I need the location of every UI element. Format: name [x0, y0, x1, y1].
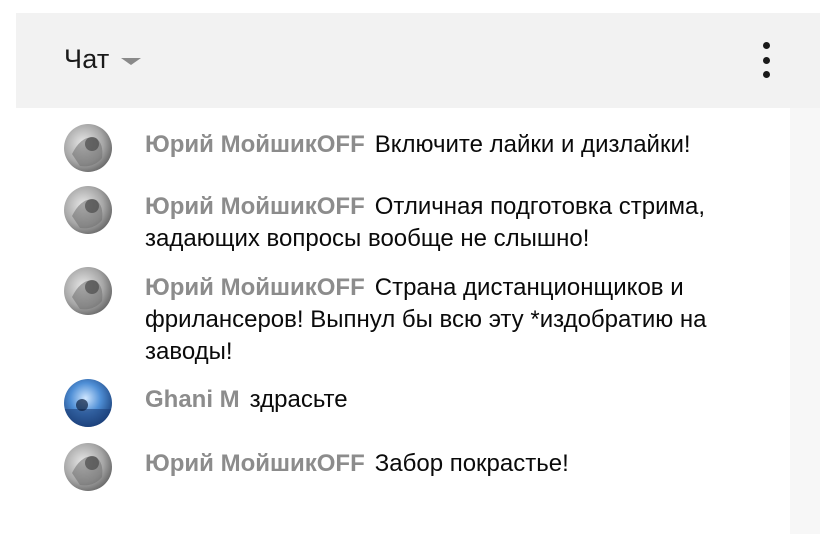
more-vert-icon — [762, 42, 770, 49]
chat-message: Юрий МойшикOFF Отличная подготовка стрима… — [64, 186, 764, 252]
chat-message: Юрий МойшикOFF Страна дистанционщиков и ф… — [64, 267, 764, 365]
message-list[interactable]: Юрий МойшикOFF Включите лайки и дизлайки! — [16, 108, 790, 534]
avatar[interactable] — [64, 124, 112, 172]
message-text: Включите лайки и дизлайки! — [374, 131, 691, 158]
author-name[interactable]: Юрий МойшикOFF — [145, 274, 365, 301]
author-name[interactable]: Юрий МойшикOFF — [145, 450, 365, 477]
avatar[interactable] — [64, 267, 112, 315]
more-options-button[interactable] — [756, 42, 776, 78]
avatar[interactable] — [64, 443, 112, 491]
message-content: Юрий МойшикOFF Страна дистанционщиков и ф… — [145, 272, 765, 368]
avatar[interactable] — [64, 186, 112, 234]
message-text: Забор покрастье! — [374, 450, 569, 477]
chat-panel: Чат Юрий МойшикOFF Включите лайки и дизл… — [16, 13, 820, 534]
author-name[interactable]: Ghani M — [145, 386, 240, 413]
chat-mode-dropdown[interactable]: Чат — [64, 44, 142, 75]
chat-message: Юрий МойшикOFF Включите лайки и дизлайки! — [64, 124, 764, 174]
message-content: Юрий МойшикOFF Отличная подготовка стрима… — [145, 191, 765, 255]
author-name[interactable]: Юрий МойшикOFF — [145, 193, 365, 220]
chevron-down-icon — [121, 58, 142, 65]
chat-message: Юрий МойшикOFF Забор покрастье! — [64, 443, 764, 493]
scrollbar-track[interactable] — [790, 108, 820, 534]
message-text: здрасьте — [249, 386, 348, 413]
author-name[interactable]: Юрий МойшикOFF — [145, 131, 365, 158]
chat-message: Ghani M здрасьте — [64, 379, 764, 429]
message-content: Юрий МойшикOFF Включите лайки и дизлайки! — [145, 129, 765, 161]
message-content: Юрий МойшикOFF Забор покрастье! — [145, 448, 765, 480]
avatar[interactable] — [64, 379, 112, 427]
chat-title: Чат — [64, 44, 110, 74]
chat-header: Чат — [16, 13, 820, 108]
message-content: Ghani M здрасьте — [145, 384, 765, 416]
